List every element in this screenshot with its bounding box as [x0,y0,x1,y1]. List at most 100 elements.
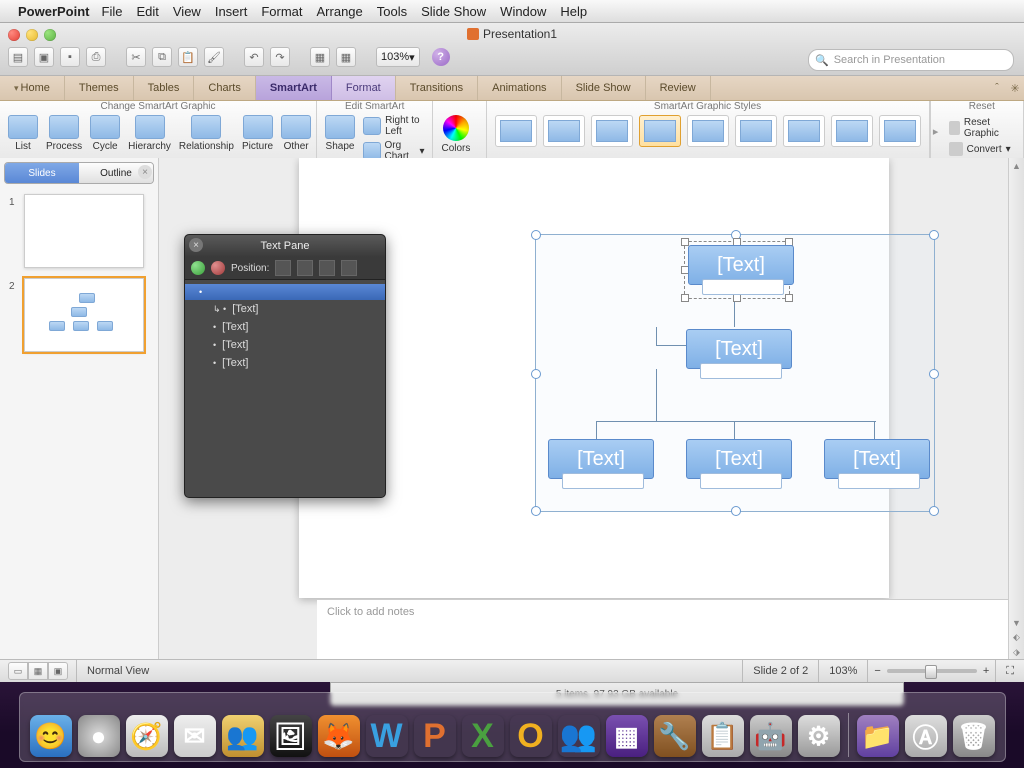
remove-bullet-button[interactable] [211,261,225,275]
zoom-out-icon[interactable]: − [874,665,880,677]
menu-edit[interactable]: Edit [136,4,158,19]
dock-word[interactable]: W [366,715,408,757]
menu-file[interactable]: File [102,4,123,19]
undo-button[interactable]: ↶ [244,47,264,67]
text-pane-item-2[interactable]: •[Text] [185,318,385,336]
text-pane-item-4[interactable]: •[Text] [185,354,385,372]
sel-handle[interactable] [681,238,689,246]
menu-insert[interactable]: Insert [215,4,248,19]
sel-handle[interactable] [785,294,793,302]
menu-slideshow[interactable]: Slide Show [421,4,486,19]
next-slide[interactable]: ⬗ [1009,645,1024,660]
smartart-other[interactable]: Other [281,115,311,152]
dock-firefox[interactable]: 🦊 [318,715,360,757]
smartart-relationship[interactable]: Relationship [179,115,234,152]
vertical-scrollbar[interactable]: ▲ ▼ ⬖ ⬗ [1008,158,1024,660]
resize-handle[interactable] [929,506,939,516]
tab-animations[interactable]: Animations [478,76,561,100]
zoom-knob[interactable] [925,665,937,679]
style-9[interactable] [879,115,921,147]
notes-pane[interactable]: Click to add notes [317,599,1009,660]
move-up-button[interactable] [319,260,335,276]
slide-sorter-button[interactable]: ▦ [336,47,356,67]
tab-slideshow[interactable]: Slide Show [562,76,646,100]
menu-help[interactable]: Help [560,4,587,19]
panel-close-button[interactable]: × [138,165,152,179]
dock-automator[interactable]: 🤖 [750,715,792,757]
resize-handle[interactable] [531,369,541,379]
sel-handle[interactable] [733,294,741,302]
resize-handle[interactable] [531,230,541,240]
demote-button[interactable] [297,260,313,276]
slideshow-view-button[interactable]: ▣ [48,662,68,680]
sorter-view-button[interactable]: ▦ [28,662,48,680]
smartart-cycle[interactable]: Cycle [90,115,120,152]
zoom-in-icon[interactable]: + [983,665,989,677]
dock-app-2[interactable]: 🔧 [654,715,696,757]
slide-thumb-1[interactable]: 1 [24,194,144,268]
text-pane-close[interactable]: × [189,238,203,252]
dock-excel[interactable]: X [462,715,504,757]
menu-format[interactable]: Format [261,4,302,19]
scroll-down[interactable]: ▼ [1009,615,1024,630]
slide-view-button[interactable]: ▦ [310,47,330,67]
dock-trash[interactable]: 🗑 [953,715,995,757]
convert[interactable]: Convert ▾ [949,142,1015,156]
org-node-caption[interactable] [700,473,782,489]
ribbon-settings-button[interactable]: ✳ [1006,76,1024,100]
tab-slides[interactable]: Slides [5,163,79,183]
prev-slide[interactable]: ⬖ [1009,630,1024,645]
style-3[interactable] [591,115,633,147]
org-node-caption[interactable] [838,473,920,489]
text-pane-item-1[interactable]: ↳ •[Text] [185,300,385,318]
dock-messenger[interactable]: 👥 [558,715,600,757]
reset-graphic[interactable]: Reset Graphic [949,117,1015,139]
new-button[interactable]: ▤ [8,47,28,67]
dock-safari[interactable]: 🧭 [126,715,168,757]
save-button[interactable]: ▪ [60,47,80,67]
smartart-picture[interactable]: Picture [242,115,273,152]
menu-view[interactable]: View [173,4,201,19]
add-bullet-button[interactable] [191,261,205,275]
org-node-caption[interactable] [700,363,782,379]
dock-preview[interactable]: 🖼 [270,715,312,757]
menu-arrange[interactable]: Arrange [317,4,363,19]
promote-button[interactable] [275,260,291,276]
style-6[interactable] [735,115,777,147]
dock-powerpoint[interactable]: P [414,715,456,757]
style-7[interactable] [783,115,825,147]
dock-mail[interactable]: ✉ [174,715,216,757]
org-node-caption[interactable] [702,279,784,295]
print-button[interactable]: ⎙ [86,47,106,67]
dock-ichat[interactable]: 👥 [222,715,264,757]
edit-shape[interactable]: Shape [325,115,355,152]
zoom-slider[interactable]: − + [867,660,995,682]
tab-tables[interactable]: Tables [134,76,195,100]
sel-handle[interactable] [681,294,689,302]
dock-folder[interactable]: 📁 [857,715,899,757]
style-4[interactable] [639,115,681,147]
dock-applications[interactable]: Ⓐ [905,715,947,757]
styles-scroll-right[interactable]: ▸ [930,101,941,161]
help-button[interactable]: ? [432,48,450,66]
scroll-up[interactable]: ▲ [1009,158,1024,173]
app-menu[interactable]: PowerPoint [18,4,90,19]
tab-transitions[interactable]: Transitions [396,76,478,100]
style-1[interactable] [495,115,537,147]
smartart-colors[interactable]: Colors [441,115,470,154]
tab-smartart[interactable]: SmartArt [256,76,332,100]
tab-review[interactable]: Review [646,76,711,100]
fit-to-window[interactable]: ⛶ [995,660,1024,682]
move-down-button[interactable] [341,260,357,276]
edit-rtl[interactable]: Right to Left [363,115,424,137]
resize-handle[interactable] [929,230,939,240]
dock-finder[interactable]: 😊 [30,715,72,757]
tab-format[interactable]: Format [332,76,396,100]
resize-handle[interactable] [929,369,939,379]
dock-outlook[interactable]: O [510,715,552,757]
tab-charts[interactable]: Charts [194,76,255,100]
smartart-process[interactable]: Process [46,115,82,152]
cut-button[interactable]: ✂ [126,47,146,67]
text-pane-item-3[interactable]: •[Text] [185,336,385,354]
format-painter-button[interactable]: 🖌 [204,47,224,67]
